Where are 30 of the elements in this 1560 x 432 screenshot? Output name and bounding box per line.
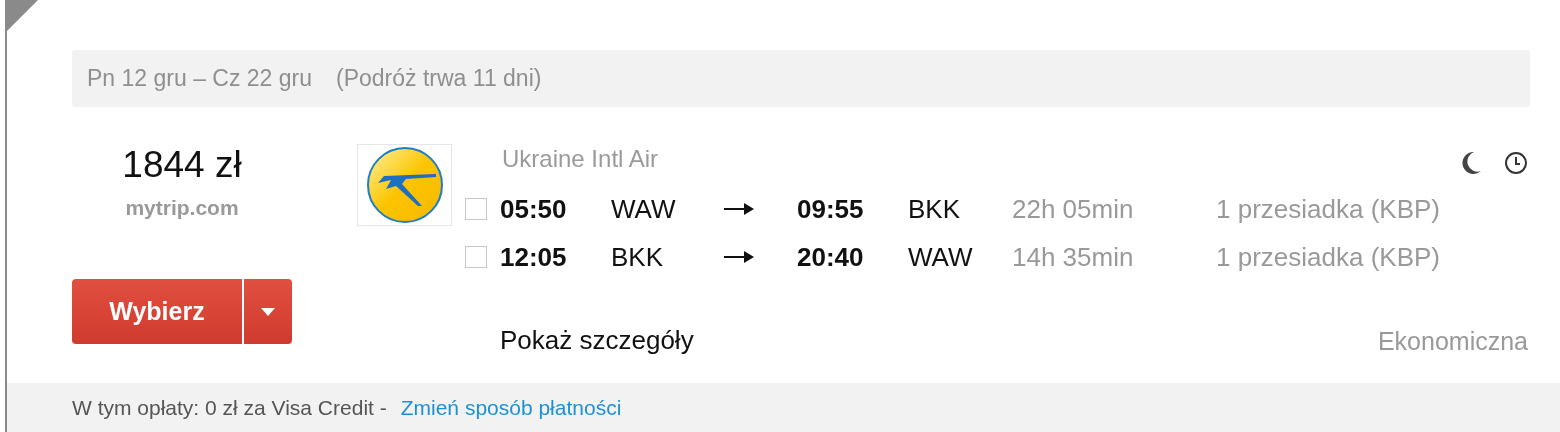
price: 1844 zł: [122, 145, 242, 186]
airline-name: Ukraine Intl Air: [502, 144, 659, 174]
departure-time: 05:50: [500, 193, 568, 226]
departure-airport: BKK: [611, 241, 665, 274]
arrival-time: 09:55: [797, 193, 865, 226]
stops-info: 1 przesiadka (KBP): [1216, 241, 1441, 274]
change-payment-link[interactable]: Zmień sposób płatności: [400, 391, 622, 424]
arrow-icon: [724, 203, 754, 215]
checkbox[interactable]: [465, 198, 487, 220]
details-link[interactable]: Pokaż szczegóły: [500, 321, 694, 360]
flight-duration: 14h 35min: [1012, 241, 1135, 274]
clock-icon: [1504, 151, 1528, 175]
departure-airport: WAW: [611, 193, 677, 226]
departure-time: 12:05: [500, 241, 568, 274]
arrival-time: 20:40: [797, 241, 865, 274]
provider-name: mytrip.com: [125, 194, 239, 221]
moon-icon: [1460, 151, 1482, 175]
arrival-airport: BKK: [908, 193, 962, 226]
fees-text: W tym opłaty: 0 zł za Visa Credit -: [72, 394, 387, 421]
caret-icon: [261, 307, 275, 316]
checkbox[interactable]: [465, 246, 487, 268]
dropdown-button[interactable]: [242, 279, 292, 345]
arrow-icon: [724, 251, 754, 263]
trip-duration: (Podróż trwa 11 dni): [336, 64, 542, 94]
select-button[interactable]: Wybierz: [72, 279, 242, 345]
cabin-class: Ekonomiczna: [1377, 325, 1528, 357]
arrival-airport: WAW: [908, 241, 974, 274]
date-range: Pn 12 gru – Cz 22 gru: [87, 64, 313, 94]
flight-duration: 22h 05min: [1012, 193, 1135, 226]
stops-info: 1 przesiadka (KBP): [1216, 193, 1441, 226]
